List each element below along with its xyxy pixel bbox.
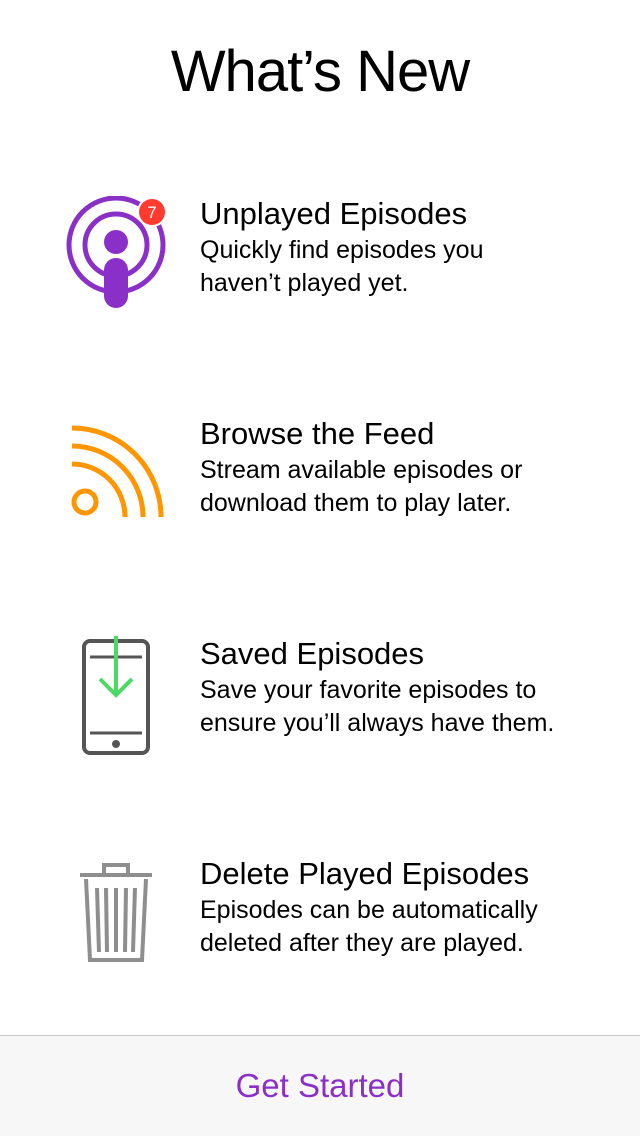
feature-unplayed-episodes: 7 Unplayed Episodes Quickly find episode… (0, 195, 640, 336)
feature-description: Save your favorite episodes to ensure you… (200, 676, 555, 737)
feature-saved-episodes: Saved Episodes Save your favorite episod… (0, 628, 640, 776)
feature-browse-feed: Browse the Feed Stream available episode… (0, 416, 640, 556)
podcast-unplayed-icon: 7 (60, 195, 172, 326)
page-title: What’s New (170, 39, 470, 104)
phone-download-icon (60, 628, 172, 766)
feature-title: Unplayed Episodes (200, 196, 468, 231)
feature-description: Quickly find episodes you haven’t played … (200, 236, 484, 297)
feature-description: Episodes can be automatically deleted aft… (200, 896, 538, 957)
footer-bar: Get Started (0, 1035, 640, 1136)
feature-title: Delete Played Episodes (200, 856, 530, 891)
feature-delete-played: Delete Played Episodes Episodes can be a… (0, 856, 640, 996)
badge-count: 7 (147, 203, 156, 222)
get-started-button[interactable]: Get Started (0, 1036, 640, 1136)
feature-title: Browse the Feed (200, 416, 435, 451)
trash-icon (60, 856, 172, 986)
feature-description: Stream available episodes or download the… (200, 456, 523, 517)
rss-feed-icon (60, 416, 172, 546)
feature-title: Saved Episodes (200, 636, 425, 671)
